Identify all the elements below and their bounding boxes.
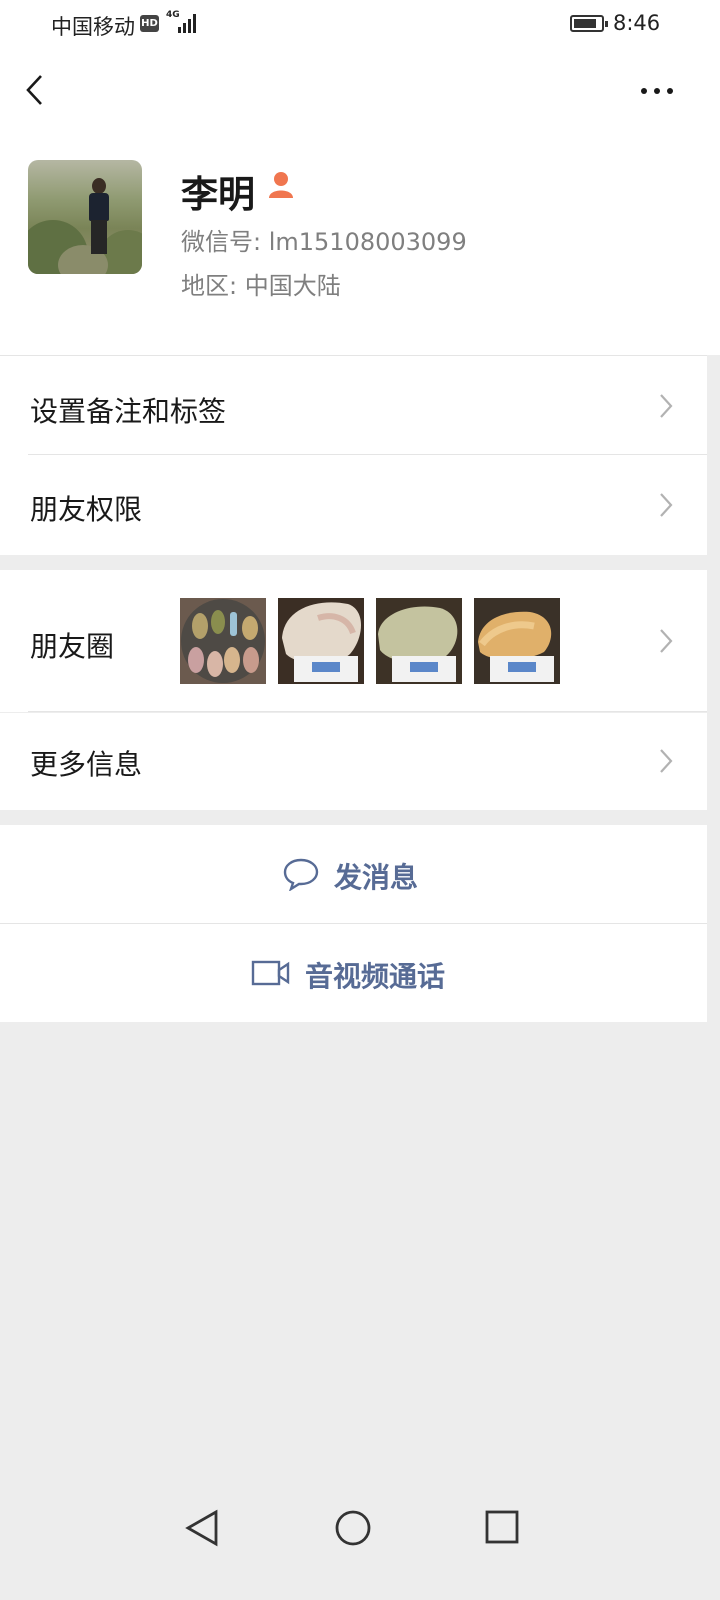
back-button[interactable] [18, 70, 58, 110]
chevron-right-icon [660, 749, 673, 773]
system-recents-icon[interactable] [484, 1509, 520, 1545]
moments-label: 朋友圈 [30, 630, 115, 663]
more-dots-icon [641, 88, 647, 94]
signal-strength-icon [176, 14, 198, 33]
back-arrow-icon [26, 75, 42, 105]
divider [28, 711, 707, 712]
remarks-and-tags-row[interactable]: 设置备注和标签 [0, 356, 707, 455]
mango-on-scale-photo-icon [278, 598, 364, 684]
more-info-row[interactable]: 更多信息 [0, 713, 707, 810]
mango-on-scale-photo-icon [474, 598, 560, 684]
system-navigation-bar [0, 1480, 720, 1580]
moment-thumbnail-4[interactable] [474, 598, 560, 684]
more-info-label: 更多信息 [30, 748, 143, 781]
person-icon [269, 172, 293, 198]
system-back-icon[interactable] [183, 1508, 221, 1548]
battery-icon [570, 15, 608, 32]
status-time: 8:46 [613, 11, 661, 35]
mangoes-on-plate-photo-icon [180, 598, 266, 684]
hd-badge: HD [140, 15, 159, 32]
more-options-button[interactable] [634, 76, 680, 104]
friend-permissions-row[interactable]: 朋友权限 [0, 455, 707, 555]
remarks-and-tags-label: 设置备注和标签 [30, 395, 227, 428]
contact-name: 李明 [181, 173, 255, 216]
avatar[interactable] [28, 160, 142, 274]
chat-bubble-icon [283, 858, 319, 891]
region: 地区: 中国大陆 [181, 272, 341, 300]
video-camera-icon [251, 960, 290, 986]
system-home-icon[interactable] [334, 1509, 372, 1547]
carrier-name: 中国移动 [51, 15, 135, 39]
mango-on-scale-photo-icon [376, 598, 462, 684]
chevron-right-icon [660, 493, 673, 517]
video-call-label: 音视频通话 [305, 960, 446, 993]
send-message-label: 发消息 [334, 861, 419, 894]
video-call-button[interactable]: 音视频通话 [0, 924, 707, 1022]
friend-permissions-label: 朋友权限 [30, 493, 143, 526]
status-bar: 中国移动 HD 4G 8:46 [0, 0, 720, 48]
wechat-id: 微信号: lm15108003099 [181, 228, 467, 256]
chevron-right-icon [660, 394, 673, 418]
moment-thumbnail-1[interactable] [180, 598, 266, 684]
send-message-button[interactable]: 发消息 [0, 825, 707, 923]
moment-thumbnail-3[interactable] [376, 598, 462, 684]
moment-thumbnail-2[interactable] [278, 598, 364, 684]
chevron-right-icon [660, 629, 673, 653]
